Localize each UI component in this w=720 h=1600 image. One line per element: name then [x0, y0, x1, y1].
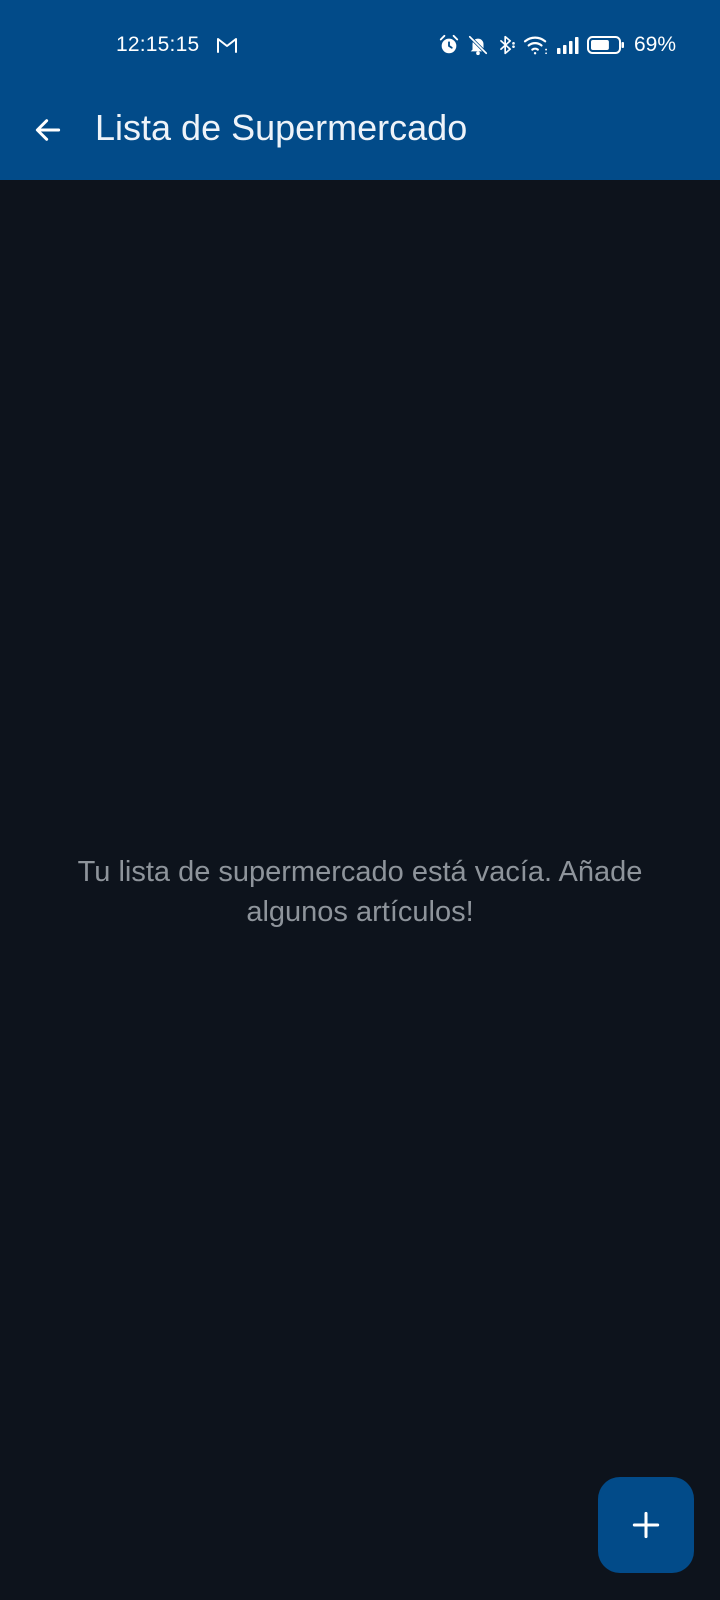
- battery-icon: [586, 36, 624, 54]
- battery-percent: 69%: [633, 33, 676, 56]
- page-title: Lista de Supermercado: [95, 107, 468, 148]
- screen: 12:15:15 69% Lista de Supermercado Tu li…: [0, 0, 720, 1600]
- plus-icon: [632, 1511, 660, 1539]
- bell-off-icon: [468, 35, 488, 56]
- back-button[interactable]: [20, 102, 76, 158]
- gmail-icon: [217, 38, 237, 53]
- status-bar: 12:15:15 69%: [0, 0, 720, 90]
- arrow-back-icon: [35, 119, 61, 141]
- status-system-icons: 69%: [438, 30, 676, 60]
- app-bar: Lista de Supermercado: [0, 90, 720, 180]
- top-app-area: 12:15:15 69% Lista de Supermercado: [0, 0, 720, 180]
- alarm-icon: [439, 34, 459, 54]
- status-time: 12:15:15: [116, 33, 200, 56]
- wifi-icon: [523, 36, 547, 55]
- signal-icon: [556, 37, 579, 54]
- bluetooth-icon: [500, 35, 515, 55]
- add-item-button[interactable]: [598, 1477, 694, 1573]
- empty-list-message: Tu lista de supermercado está vacía. Aña…: [77, 856, 643, 928]
